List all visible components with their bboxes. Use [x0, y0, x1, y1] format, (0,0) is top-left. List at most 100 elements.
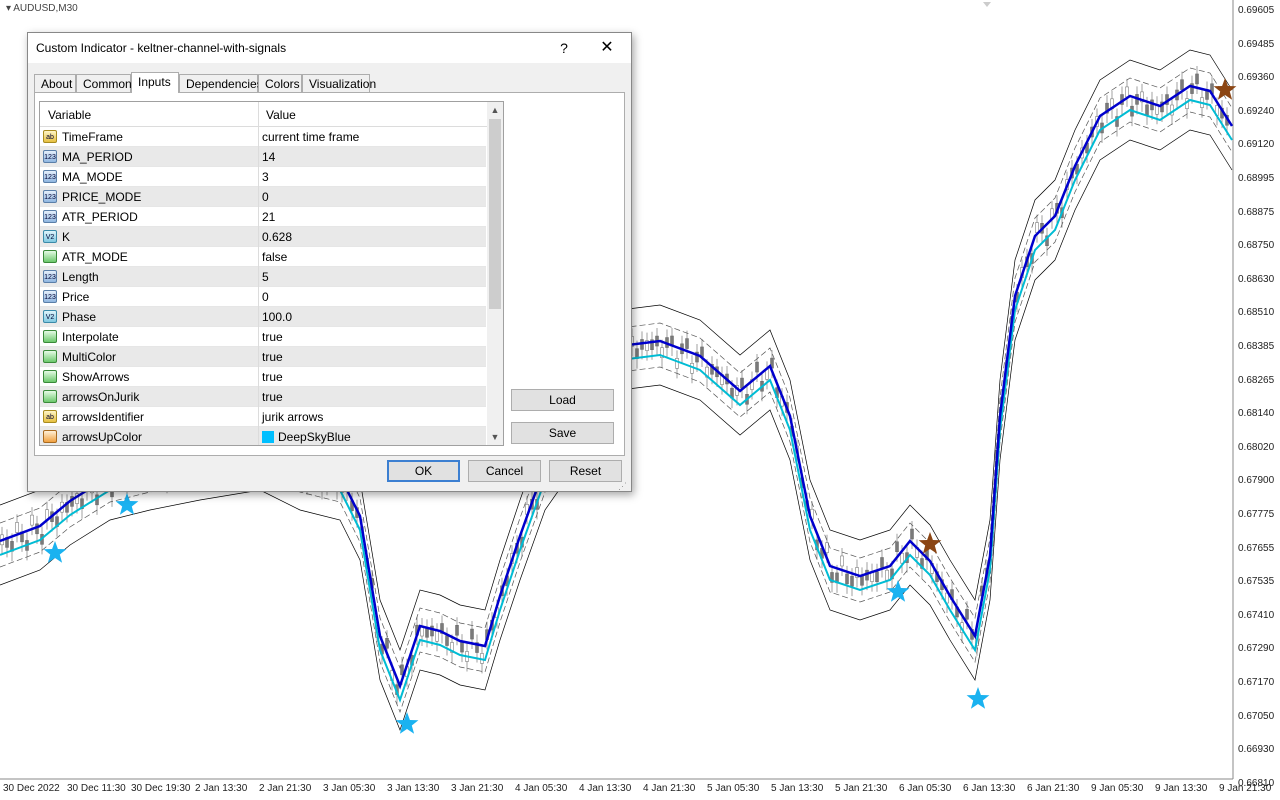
candle-body	[910, 528, 914, 540]
row-value[interactable]: true	[262, 330, 283, 344]
time-axis-label: 6 Jan 13:30	[963, 783, 1016, 794]
row-variable: K	[62, 230, 71, 244]
candle-body	[965, 608, 969, 620]
candle-body	[875, 571, 879, 583]
header-variable[interactable]: Variable	[48, 108, 91, 122]
table-row[interactable]: ATR_MODE false	[40, 247, 486, 267]
row-variable: arrowsIdentifier	[62, 410, 145, 424]
row-value[interactable]: 3	[262, 170, 269, 184]
vertical-scrollbar[interactable]: ▲ ▼	[487, 102, 503, 445]
row-variable: Price	[62, 290, 90, 304]
load-button[interactable]: Load	[511, 389, 614, 411]
row-value[interactable]: current time frame	[262, 130, 359, 144]
tab-dependencies[interactable]: Dependencies	[179, 74, 263, 92]
double-type-icon: V2	[43, 230, 57, 243]
table-row[interactable]: MultiColor true	[40, 347, 486, 367]
candle-body	[845, 573, 849, 585]
row-value[interactable]: true	[262, 350, 283, 364]
table-row[interactable]: Interpolate true	[40, 327, 486, 347]
price-axis-label: 0.68510	[1238, 307, 1275, 319]
row-value[interactable]: false	[262, 250, 287, 264]
int-type-icon: 123	[43, 270, 57, 283]
column-separator[interactable]	[258, 102, 259, 445]
ok-button[interactable]: OK	[387, 460, 460, 482]
double-type-icon: V2	[43, 310, 57, 323]
price-axis-label: 0.66930	[1238, 744, 1275, 756]
time-axis-label: 5 Jan 13:30	[771, 783, 824, 794]
dialog-titlebar[interactable]: Custom Indicator - keltner-channel-with-…	[28, 33, 631, 63]
candle-body	[885, 569, 889, 581]
table-row[interactable]: ab arrowsIdentifier jurik arrows	[40, 407, 486, 427]
row-value[interactable]: 21	[262, 210, 275, 224]
price-axis-label: 0.68385	[1238, 341, 1275, 352]
inputs-table[interactable]: Variable Value ab TimeFrame current time f…	[39, 101, 504, 446]
scroll-down-icon[interactable]: ▼	[487, 429, 503, 445]
row-value[interactable]: true	[262, 370, 283, 384]
row-value[interactable]: 0	[262, 290, 269, 304]
int-type-icon: 123	[43, 150, 57, 163]
string-type-icon: ab	[43, 410, 57, 423]
candle-body	[460, 641, 464, 653]
row-value[interactable]: 100.0	[262, 310, 292, 324]
header-value[interactable]: Value	[266, 108, 296, 122]
tab-colors[interactable]: Colors	[258, 74, 302, 92]
row-variable: PRICE_MODE	[62, 190, 142, 204]
price-axis-label: 0.67170	[1238, 677, 1275, 688]
table-row[interactable]: V2 Phase 100.0	[40, 307, 486, 327]
help-button[interactable]: ?	[552, 38, 576, 58]
tab-visualization[interactable]: Visualization	[302, 74, 376, 92]
time-axis-label: 5 Jan 05:30	[707, 783, 760, 794]
price-axis-label: 0.68265	[1238, 374, 1275, 386]
row-value[interactable]: DeepSkyBlue	[262, 430, 351, 444]
table-row[interactable]: 123 Length 5	[40, 267, 486, 287]
row-value[interactable]: 0	[262, 190, 269, 204]
table-row[interactable]: V2 K 0.628	[40, 227, 486, 247]
bool-type-icon	[43, 250, 57, 263]
row-variable: arrowsUpColor	[62, 430, 143, 444]
tab-inputs[interactable]: Inputs	[131, 72, 179, 93]
candle-body	[1180, 79, 1184, 90]
resize-grip-icon[interactable]: ⋰	[618, 481, 627, 492]
table-row[interactable]: 123 Price 0	[40, 287, 486, 307]
row-value[interactable]: 14	[262, 150, 275, 164]
price-axis-label: 0.68020	[1238, 441, 1275, 453]
candle-body	[740, 377, 744, 389]
table-header: Variable Value	[40, 102, 503, 127]
row-value[interactable]: true	[262, 390, 283, 404]
price-axis-label: 0.67050	[1238, 710, 1275, 722]
tab-common[interactable]: Common	[76, 74, 132, 92]
table-row[interactable]: ShowArrows true	[40, 367, 486, 387]
price-axis-label: 0.69240	[1238, 105, 1275, 117]
string-type-icon: ab	[43, 130, 57, 143]
tab-about[interactable]: About	[34, 74, 76, 92]
row-value[interactable]: 0.628	[262, 230, 292, 244]
cancel-button[interactable]: Cancel	[468, 460, 541, 482]
chart-menu-triangle-icon[interactable]: ▾	[6, 3, 11, 14]
close-icon[interactable]: ✕	[593, 37, 621, 59]
candle-body	[1145, 104, 1149, 116]
int-type-icon: 123	[43, 190, 57, 203]
row-variable: Phase	[62, 310, 97, 324]
candle-body	[455, 625, 459, 636]
price-axis-label: 0.68875	[1238, 206, 1275, 218]
table-row[interactable]: 123 MA_MODE 3	[40, 167, 486, 187]
candle-body	[900, 552, 904, 564]
price-axis-label: 0.67410	[1238, 609, 1275, 621]
table-row[interactable]: 123 PRICE_MODE 0	[40, 187, 486, 207]
scroll-up-icon[interactable]: ▲	[487, 102, 503, 118]
candle-body	[895, 541, 899, 552]
table-row[interactable]: 123 ATR_PERIOD 21	[40, 207, 486, 227]
time-axis-label: 30 Dec 11:30	[67, 783, 126, 794]
table-row[interactable]: 123 MA_PERIOD 14	[40, 147, 486, 167]
scroll-thumb[interactable]	[489, 119, 501, 309]
table-row[interactable]: ab TimeFrame current time frame	[40, 127, 486, 147]
reset-button[interactable]: Reset	[549, 460, 622, 482]
row-variable: Length	[62, 270, 99, 284]
row-variable: ATR_PERIOD	[62, 210, 138, 224]
save-button[interactable]: Save	[511, 422, 614, 444]
color-swatch	[262, 431, 274, 443]
row-value[interactable]: 5	[262, 270, 269, 284]
table-row[interactable]: arrowsOnJurik true	[40, 387, 486, 407]
table-row[interactable]: arrowsUpColor DeepSkyBlue	[40, 427, 486, 445]
row-value[interactable]: jurik arrows	[262, 410, 323, 424]
